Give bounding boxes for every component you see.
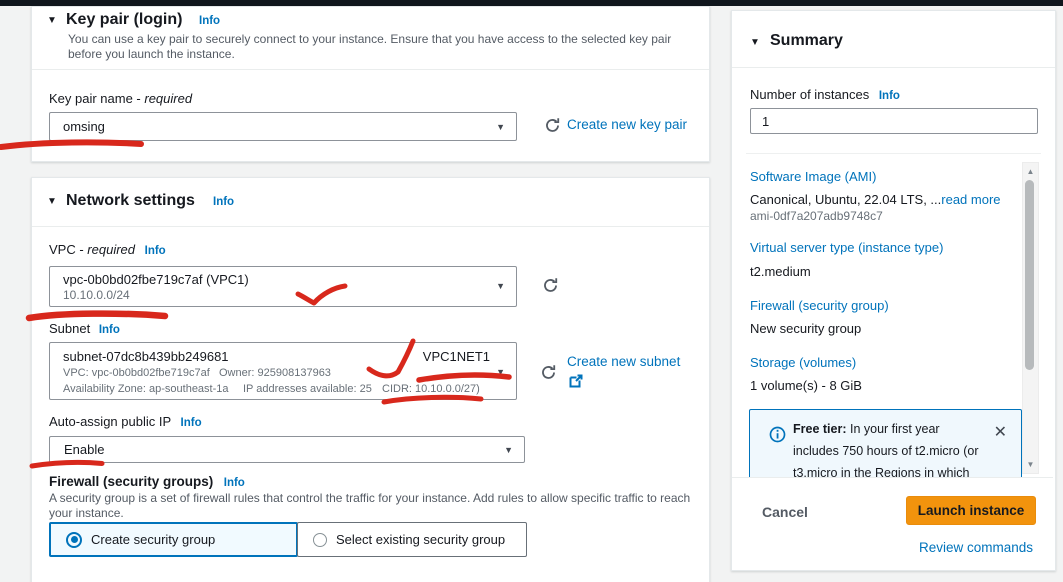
create-security-group-label: Create security group: [91, 532, 215, 547]
subnet-az: Availability Zone: ap-southeast-1a: [63, 383, 229, 395]
radio-unselected-icon[interactable]: [313, 533, 327, 547]
auto-assign-ip-value: Enable: [64, 442, 104, 457]
key-pair-info-link[interactable]: Info: [199, 15, 220, 27]
instance-type-label-link[interactable]: Virtual server type (instance type): [750, 240, 943, 255]
create-new-key-pair-link[interactable]: Create new key pair: [567, 117, 687, 132]
external-link-icon[interactable]: [569, 374, 583, 393]
summary-footer: Cancel Launch instance Review commands: [732, 477, 1053, 570]
key-pair-description: You can use a key pair to securely conne…: [68, 32, 696, 62]
instance-type-value: t2.medium: [750, 264, 811, 279]
chevron-down-icon: ▼: [496, 281, 505, 291]
storage-value: 1 volume(s) - 8 GiB: [750, 378, 862, 393]
vpc-info-link[interactable]: Info: [145, 245, 166, 257]
subnet-ips-available: IP addresses available: 25: [243, 383, 372, 395]
review-commands-link[interactable]: Review commands: [919, 540, 1033, 555]
read-more-link[interactable]: read more: [941, 192, 1000, 207]
create-new-subnet-link[interactable]: Create new subnet: [567, 354, 680, 369]
scrollbar-thumb[interactable]: [1025, 180, 1034, 370]
key-pair-section-title: Key pair (login): [66, 11, 182, 29]
auto-assign-ip-label: Auto-assign public IP: [49, 414, 171, 429]
refresh-icon[interactable]: [544, 117, 561, 139]
divider: [746, 153, 1041, 154]
launch-instance-button[interactable]: Launch instance: [906, 496, 1036, 525]
scroll-up-icon[interactable]: ▲: [1023, 167, 1038, 176]
vpc-selected-cidr: 10.10.0.0/24: [63, 288, 130, 302]
summary-scrollbar[interactable]: ▲ ▼: [1022, 162, 1039, 474]
summary-card: ▼ Summary Number of instances Info Softw…: [731, 10, 1056, 571]
radio-selected-icon[interactable]: [66, 532, 82, 548]
required-word: required: [87, 242, 135, 257]
number-of-instances-label: Number of instances: [750, 87, 869, 102]
key-pair-name-label: Key pair name -: [49, 91, 144, 106]
subnet-id: subnet-07dc8b439bb249681: [63, 349, 229, 364]
scroll-down-icon[interactable]: ▼: [1023, 460, 1038, 469]
auto-assign-ip-select[interactable]: Enable ▼: [49, 436, 525, 463]
refresh-icon[interactable]: [542, 277, 559, 299]
close-icon[interactable]: ✕: [994, 422, 1007, 442]
firewall-label: Firewall (security groups): [49, 474, 213, 489]
info-circle-icon: [769, 426, 786, 448]
network-settings-card: ▼ Network settings Info VPC - required I…: [31, 177, 710, 582]
collapse-triangle-icon[interactable]: ▼: [750, 37, 760, 48]
storage-label-link[interactable]: Storage (volumes): [750, 355, 856, 370]
cancel-button[interactable]: Cancel: [762, 504, 808, 520]
summary-section-title: Summary: [770, 32, 843, 50]
subnet-info-link[interactable]: Info: [99, 324, 120, 336]
ami-description: Canonical, Ubuntu, 22.04 LTS, ...: [750, 192, 941, 207]
launch-instance-page: ▼ Key pair (login) Info You can use a ke…: [0, 0, 1063, 582]
firewall-group-value: New security group: [750, 321, 861, 336]
chevron-down-icon: ▼: [504, 445, 513, 455]
key-pair-card: ▼ Key pair (login) Info You can use a ke…: [31, 6, 710, 162]
number-of-instances-info-link[interactable]: Info: [879, 90, 900, 102]
network-settings-info-link[interactable]: Info: [213, 196, 234, 208]
network-settings-section-title: Network settings: [66, 192, 195, 210]
divider: [32, 226, 709, 227]
subnet-name: VPC1NET1: [423, 349, 490, 364]
subnet-select[interactable]: subnet-07dc8b439bb249681 VPC1NET1 VPC: v…: [49, 342, 517, 400]
vpc-label: VPC -: [49, 242, 87, 257]
refresh-icon[interactable]: [540, 364, 557, 386]
auto-assign-ip-info-link[interactable]: Info: [181, 417, 202, 429]
collapse-triangle-icon[interactable]: ▼: [47, 196, 57, 207]
key-pair-select[interactable]: omsing ▼: [49, 112, 517, 141]
ami-id: ami-0df7a207adb9748c7: [750, 209, 883, 223]
divider: [32, 69, 709, 70]
subnet-vpc: VPC: vpc-0b0bd02fbe719c7af: [63, 367, 210, 379]
vpc-select[interactable]: vpc-0b0bd02fbe719c7af (VPC1) 10.10.0.0/2…: [49, 266, 517, 307]
create-security-group-option[interactable]: Create security group: [49, 522, 298, 557]
key-pair-selected-value: omsing: [63, 119, 105, 134]
select-existing-security-group-label: Select existing security group: [336, 532, 505, 547]
firewall-info-link[interactable]: Info: [224, 477, 245, 489]
free-tier-bold: Free tier:: [793, 422, 847, 436]
subnet-owner: Owner: 925908137963: [219, 367, 331, 379]
collapse-triangle-icon[interactable]: ▼: [47, 15, 57, 26]
number-of-instances-input[interactable]: [750, 108, 1038, 134]
vpc-selected-value: vpc-0b0bd02fbe719c7af (VPC1): [63, 272, 249, 287]
firewall-description: A security group is a set of firewall ru…: [49, 491, 699, 521]
required-word: required: [144, 91, 192, 106]
ami-label-link[interactable]: Software Image (AMI): [750, 169, 876, 184]
chevron-down-icon: ▼: [496, 367, 505, 377]
chevron-down-icon: ▼: [496, 122, 505, 132]
select-existing-security-group-option[interactable]: Select existing security group: [297, 522, 527, 557]
divider: [732, 67, 1055, 68]
firewall-group-label-link[interactable]: Firewall (security group): [750, 298, 889, 313]
subnet-cidr: CIDR: 10.10.0.0/27): [382, 383, 480, 395]
subnet-label: Subnet: [49, 321, 90, 336]
